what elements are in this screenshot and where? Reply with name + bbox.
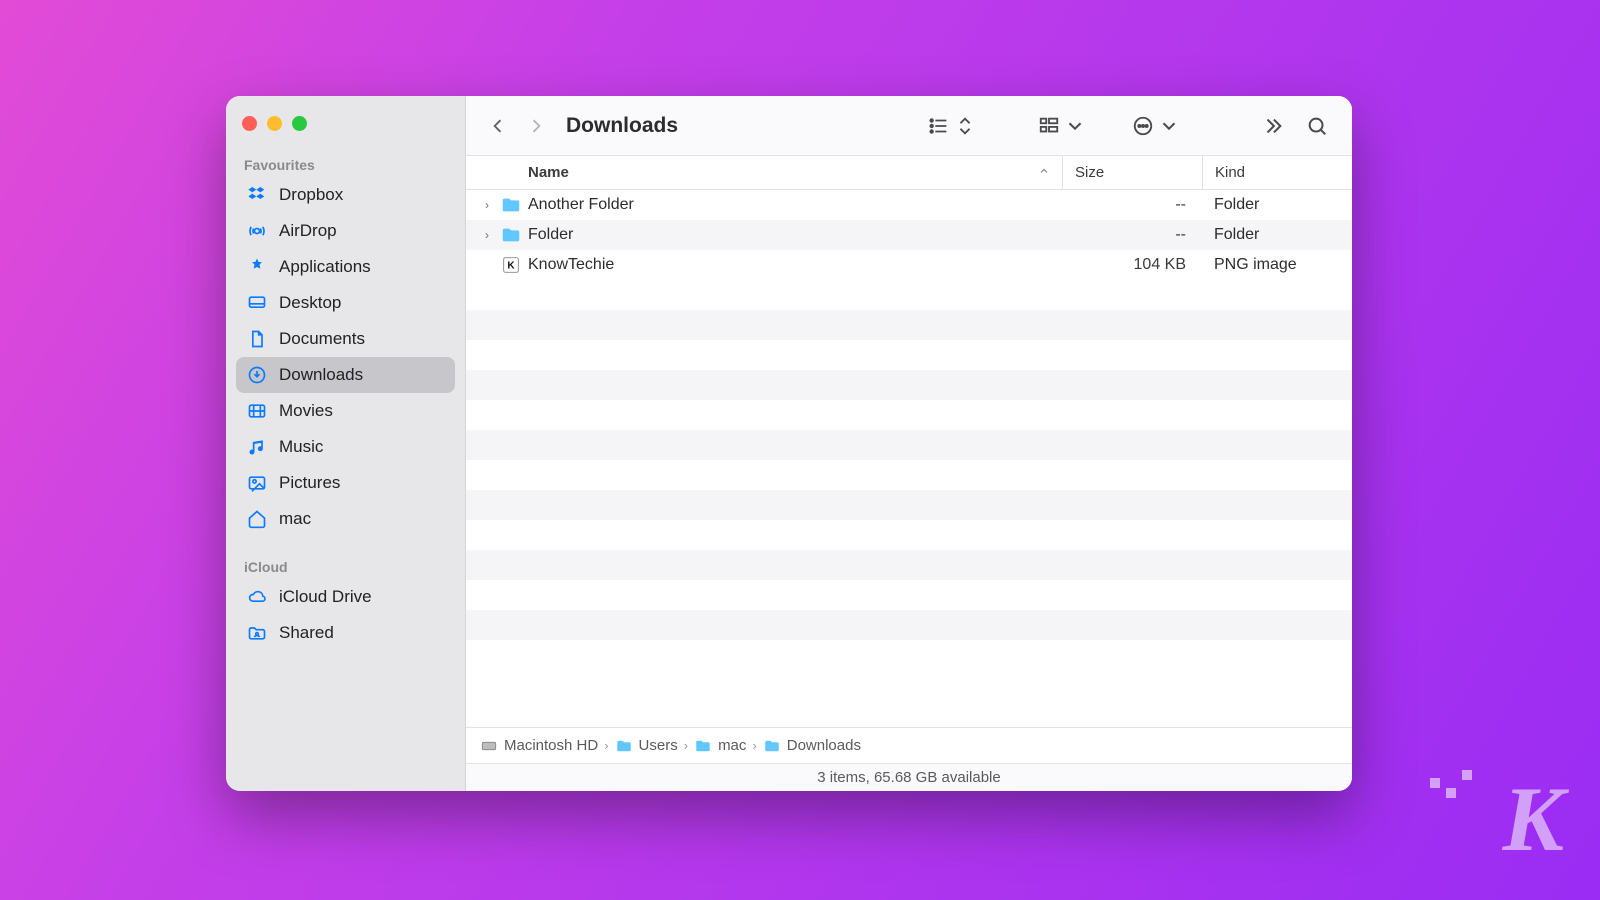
finder-window: Favourites Dropbox AirDrop Applications …: [226, 96, 1352, 791]
pictures-icon: [246, 472, 268, 494]
file-name: Folder: [528, 226, 1062, 244]
chevron-right-icon: ›: [604, 738, 608, 753]
path-segment[interactable]: Macintosh HD: [504, 737, 598, 754]
path-bar: Macintosh HD › Users › mac › Downloads: [466, 727, 1352, 763]
toolbar-overflow-button[interactable]: [1256, 111, 1290, 141]
column-header-name[interactable]: Name: [466, 164, 1062, 181]
folder-icon: [500, 194, 522, 216]
sidebar-item-pictures[interactable]: Pictures: [236, 465, 455, 501]
sidebar-section-icloud: iCloud: [236, 551, 455, 579]
sidebar-item-airdrop[interactable]: AirDrop: [236, 213, 455, 249]
group-by-button[interactable]: [1032, 111, 1092, 141]
file-name: KnowTechie: [528, 256, 1062, 274]
sidebar-item-label: Movies: [279, 401, 333, 421]
column-header-label: Size: [1075, 164, 1104, 181]
sidebar-item-label: Pictures: [279, 473, 340, 493]
icloud-icon: [246, 586, 268, 608]
downloads-icon: [246, 364, 268, 386]
path-segment[interactable]: mac: [718, 737, 746, 754]
sidebar-item-label: Shared: [279, 623, 334, 643]
main-content: Downloads: [466, 96, 1352, 791]
sidebar-item-applications[interactable]: Applications: [236, 249, 455, 285]
music-icon: [246, 436, 268, 458]
desktop-icon: [246, 292, 268, 314]
dropbox-icon: [246, 184, 268, 206]
airdrop-icon: [246, 220, 268, 242]
sidebar-item-icloud-drive[interactable]: iCloud Drive: [236, 579, 455, 615]
sidebar-section-favourites: Favourites: [236, 149, 455, 177]
column-header-label: Name: [528, 164, 569, 181]
sidebar-item-label: Downloads: [279, 365, 363, 385]
path-segment[interactable]: Downloads: [787, 737, 861, 754]
home-icon: [246, 508, 268, 530]
sidebar-item-home[interactable]: mac: [236, 501, 455, 537]
disclosure-triangle-icon[interactable]: ›: [476, 228, 498, 242]
file-kind: Folder: [1202, 226, 1352, 244]
chevron-right-icon: ›: [752, 738, 756, 753]
sidebar-item-label: Music: [279, 437, 323, 457]
sidebar-item-dropbox[interactable]: Dropbox: [236, 177, 455, 213]
movies-icon: [246, 400, 268, 422]
sidebar-item-documents[interactable]: Documents: [236, 321, 455, 357]
shared-folder-icon: [246, 622, 268, 644]
svg-text:K: K: [507, 261, 515, 272]
sidebar-item-label: mac: [279, 509, 311, 529]
disclosure-triangle-icon[interactable]: ›: [476, 198, 498, 212]
window-controls: [236, 110, 455, 149]
sidebar-item-movies[interactable]: Movies: [236, 393, 455, 429]
minimize-window-button[interactable]: [267, 116, 282, 131]
hdd-icon: [480, 737, 498, 755]
folder-icon: [763, 737, 781, 755]
file-size: --: [1062, 226, 1202, 244]
sidebar-item-label: Documents: [279, 329, 365, 349]
column-header-label: Kind: [1215, 164, 1245, 181]
sidebar-item-label: iCloud Drive: [279, 587, 372, 607]
file-row[interactable]: K KnowTechie 104 KB PNG image: [466, 250, 1352, 280]
action-menu-button[interactable]: [1126, 111, 1186, 141]
folder-icon: [615, 737, 633, 755]
file-size: 104 KB: [1062, 256, 1202, 274]
location-title: Downloads: [566, 114, 678, 138]
sidebar-item-label: Desktop: [279, 293, 341, 313]
column-headers: Name Size Kind: [466, 156, 1352, 190]
file-row[interactable]: › Folder -- Folder: [466, 220, 1352, 250]
sidebar-item-shared[interactable]: Shared: [236, 615, 455, 651]
watermark-logo: K: [1503, 766, 1560, 872]
sidebar-item-desktop[interactable]: Desktop: [236, 285, 455, 321]
status-bar: 3 items, 65.68 GB available: [466, 763, 1352, 791]
image-file-icon: K: [500, 254, 522, 276]
sidebar-item-label: Applications: [279, 257, 371, 277]
file-name: Another Folder: [528, 196, 1062, 214]
sidebar: Favourites Dropbox AirDrop Applications …: [226, 96, 466, 791]
column-header-size[interactable]: Size: [1062, 156, 1202, 189]
folder-icon: [694, 737, 712, 755]
file-kind: Folder: [1202, 196, 1352, 214]
file-size: --: [1062, 196, 1202, 214]
sidebar-item-label: Dropbox: [279, 185, 343, 205]
folder-icon: [500, 224, 522, 246]
sidebar-item-label: AirDrop: [279, 221, 337, 241]
file-row[interactable]: › Another Folder -- Folder: [466, 190, 1352, 220]
sort-ascending-icon: [1038, 164, 1050, 181]
documents-icon: [246, 328, 268, 350]
search-button[interactable]: [1300, 111, 1334, 141]
file-list: › Another Folder -- Folder › Folder -- F…: [466, 190, 1352, 727]
file-kind: PNG image: [1202, 256, 1352, 274]
zoom-window-button[interactable]: [292, 116, 307, 131]
forward-button[interactable]: [522, 112, 550, 140]
path-segment[interactable]: Users: [639, 737, 678, 754]
applications-icon: [246, 256, 268, 278]
sidebar-item-music[interactable]: Music: [236, 429, 455, 465]
watermark-dots: [1430, 778, 1472, 788]
view-list-button[interactable]: [922, 111, 982, 141]
close-window-button[interactable]: [242, 116, 257, 131]
sidebar-item-downloads[interactable]: Downloads: [236, 357, 455, 393]
back-button[interactable]: [484, 112, 512, 140]
chevron-right-icon: ›: [684, 738, 688, 753]
toolbar: Downloads: [466, 96, 1352, 156]
column-header-kind[interactable]: Kind: [1202, 156, 1352, 189]
